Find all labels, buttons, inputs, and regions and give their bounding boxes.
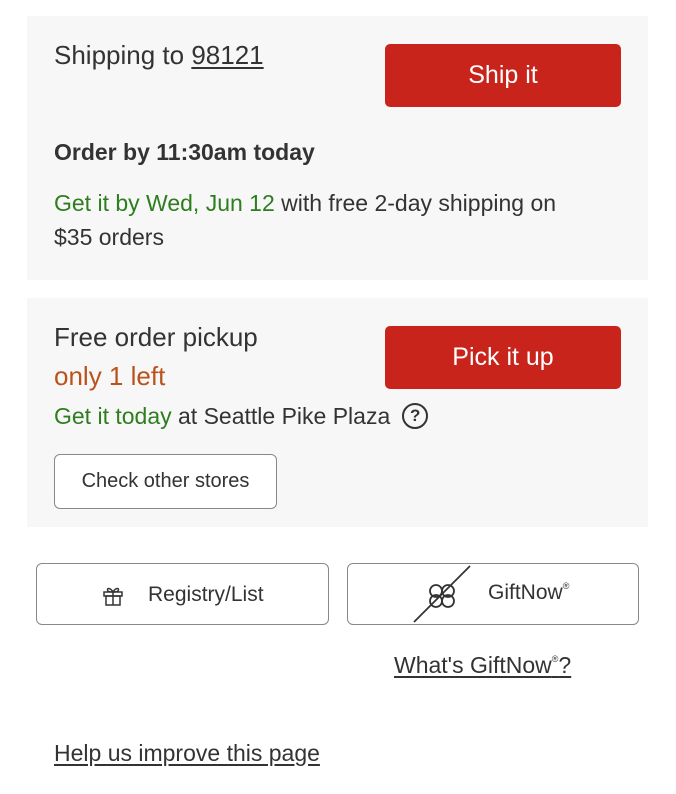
pickup-card: Free order pickup only 1 left Get it tod… — [27, 298, 648, 527]
giftnow-button[interactable]: GiftNow® — [347, 563, 639, 625]
pick-it-up-button[interactable]: Pick it up — [385, 326, 621, 389]
help-improve-link[interactable]: Help us improve this page — [54, 740, 320, 767]
registry-list-button[interactable]: Registry/List — [36, 563, 329, 625]
stock-status: only 1 left — [54, 361, 166, 391]
shipping-title: Shipping to 98121 — [54, 40, 264, 70]
pickup-title: Free order pickup — [54, 322, 258, 352]
zip-code-link[interactable]: 98121 — [191, 40, 263, 70]
order-by-text: Order by 11:30am today — [54, 139, 315, 165]
whats-giftnow-link[interactable]: What's GiftNow®? — [394, 652, 571, 679]
giftnow-ribbon-icon — [412, 564, 472, 630]
shipping-arrival: Get it by Wed, Jun 12 with free 2-day sh… — [54, 186, 556, 220]
arrival-date: Get it by Wed, Jun 12 — [54, 190, 275, 216]
shipping-threshold: $35 orders — [54, 224, 164, 250]
ship-it-button[interactable]: Ship it — [385, 44, 621, 107]
shipping-card: Shipping to 98121 Ship it Order by 11:30… — [27, 16, 648, 280]
store-name: at Seattle Pike Plaza — [171, 403, 391, 429]
help-circle-icon[interactable]: ? — [402, 402, 429, 429]
arrival-suffix: with free 2-day shipping on — [274, 190, 557, 216]
shipping-label: Shipping to — [54, 40, 185, 70]
pickup-availability: Get it today at Seattle Pike Plaza? — [54, 399, 429, 433]
check-other-stores-button[interactable]: Check other stores — [54, 454, 277, 509]
gift-icon — [101, 583, 125, 613]
availability-text: Get it today — [54, 403, 172, 429]
registry-label: Registry/List — [148, 583, 264, 606]
giftnow-label: GiftNow® — [488, 581, 570, 604]
